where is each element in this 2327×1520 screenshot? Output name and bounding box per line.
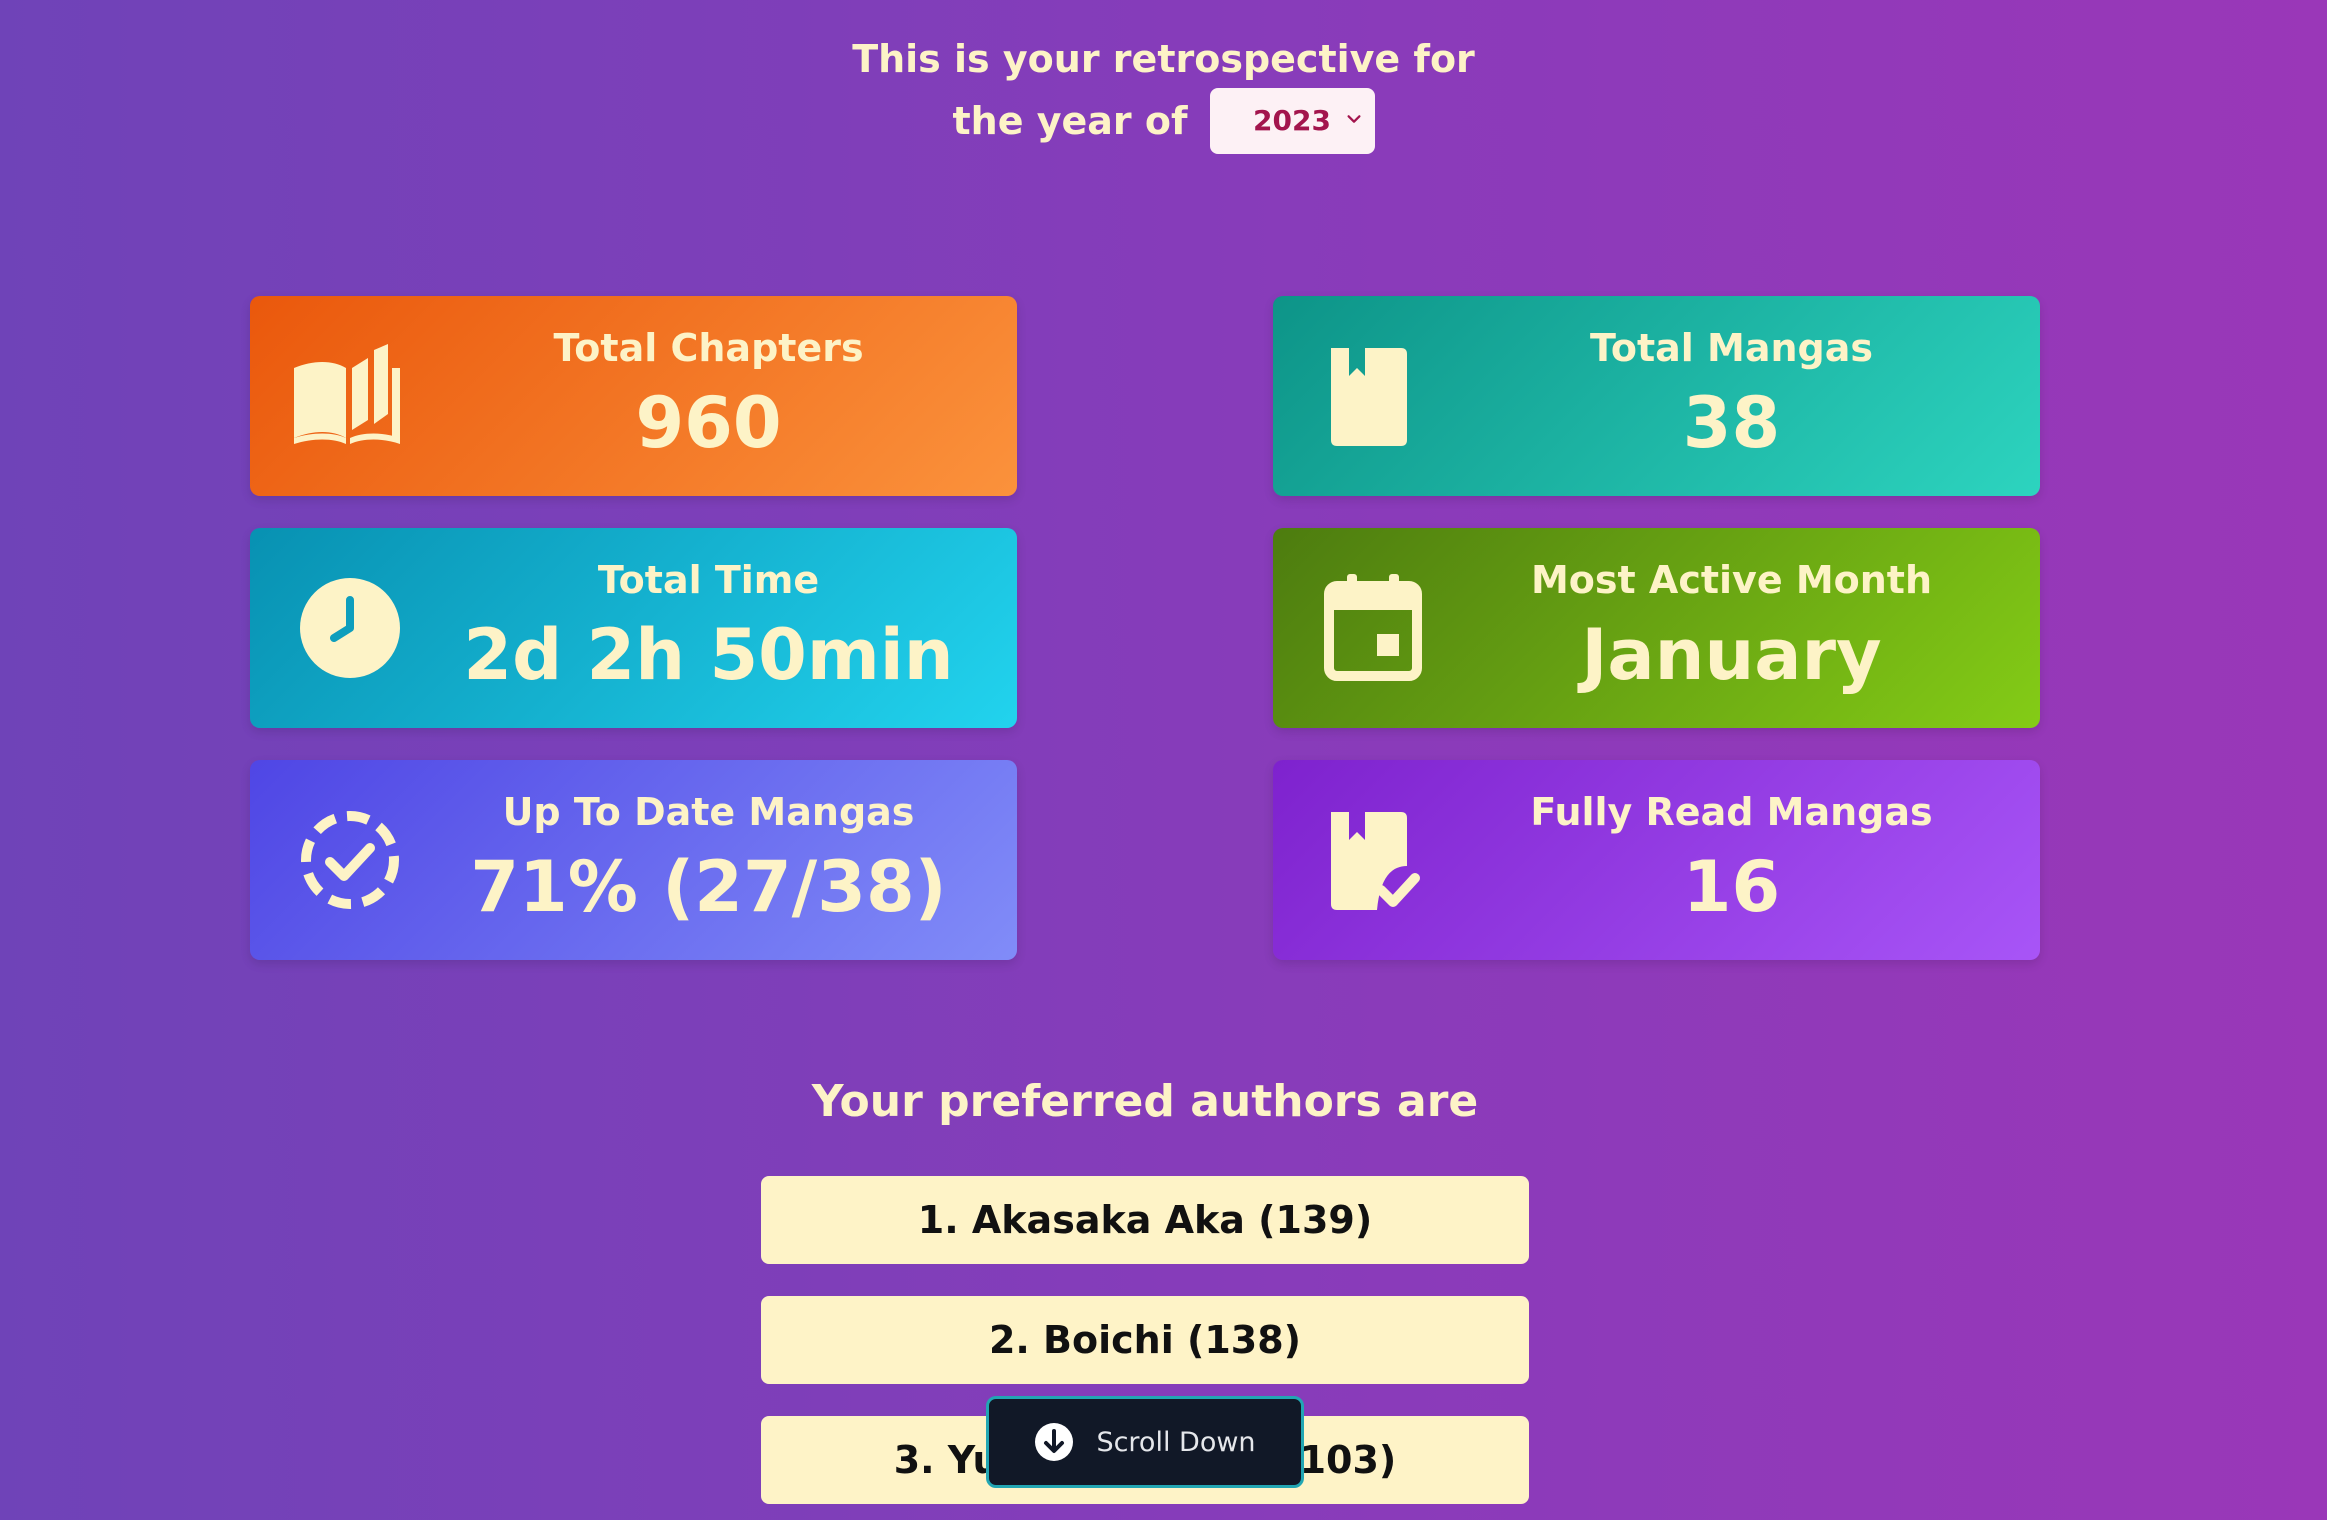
year-select-value: 2023 xyxy=(1253,104,1331,137)
stat-card-fully-read-mangas: Fully Read Mangas 16 xyxy=(1273,760,2040,960)
stat-card-up-to-date-mangas: Up To Date Mangas 71% (27/38) xyxy=(250,760,1017,960)
calendar-icon xyxy=(1324,574,1422,681)
stat-label: Total Time xyxy=(597,558,820,602)
chevron-down-icon xyxy=(1346,115,1361,123)
author-label: 2. Boichi (138) xyxy=(988,1318,1302,1362)
stat-label: Up To Date Mangas xyxy=(502,790,915,834)
stat-label: Fully Read Mangas xyxy=(1530,790,1933,834)
dashed-circle-check-icon xyxy=(301,811,399,909)
stat-label: Total Mangas xyxy=(1589,326,1873,370)
retrospective-header: This is your retrospective for the year … xyxy=(0,30,2327,154)
stat-card-total-time: Total Time 2d 2h 50min xyxy=(250,528,1017,728)
author-label-suffix: 103) xyxy=(1299,1438,1397,1482)
author-item: 1. Akasaka Aka (139) xyxy=(761,1176,1529,1264)
stat-value: 16 xyxy=(1682,846,1781,928)
year-select[interactable]: 2023 xyxy=(1209,88,1375,154)
arrow-down-circle-icon xyxy=(1035,1423,1074,1461)
author-label: 1. Akasaka Aka (139) xyxy=(917,1198,1373,1242)
stat-value: January xyxy=(1581,614,1882,696)
scroll-down-label: Scroll Down xyxy=(1096,1426,1256,1458)
preferred-authors-title: Your preferred authors are xyxy=(811,1076,1479,1127)
header-line-2: the year of 2023 xyxy=(0,88,2327,154)
stat-label: Total Chapters xyxy=(553,326,864,370)
author-item: 2. Boichi (138) xyxy=(761,1296,1529,1384)
stat-card-most-active-month: Most Active Month January xyxy=(1273,528,2040,728)
bookmark-book-icon xyxy=(1331,348,1407,446)
clock-icon xyxy=(300,578,400,678)
stat-label: Most Active Month xyxy=(1530,558,1933,602)
stat-card-total-chapters: Total Chapters 960 xyxy=(250,296,1017,496)
stat-value: 2d 2h 50min xyxy=(463,614,954,696)
scroll-down-button[interactable]: Scroll Down xyxy=(986,1396,1304,1488)
stat-value: 38 xyxy=(1682,382,1781,464)
author-label: 3. Yu xyxy=(893,1438,1000,1482)
header-year-label: the year of xyxy=(952,99,1188,143)
stat-card-total-mangas: Total Mangas 38 xyxy=(1273,296,2040,496)
stat-value: 71% (27/38) xyxy=(470,846,947,928)
open-book-icon xyxy=(294,344,400,444)
stat-value: 960 xyxy=(635,382,782,464)
book-check-icon xyxy=(1331,812,1420,910)
header-line-1: This is your retrospective for xyxy=(852,37,1475,81)
